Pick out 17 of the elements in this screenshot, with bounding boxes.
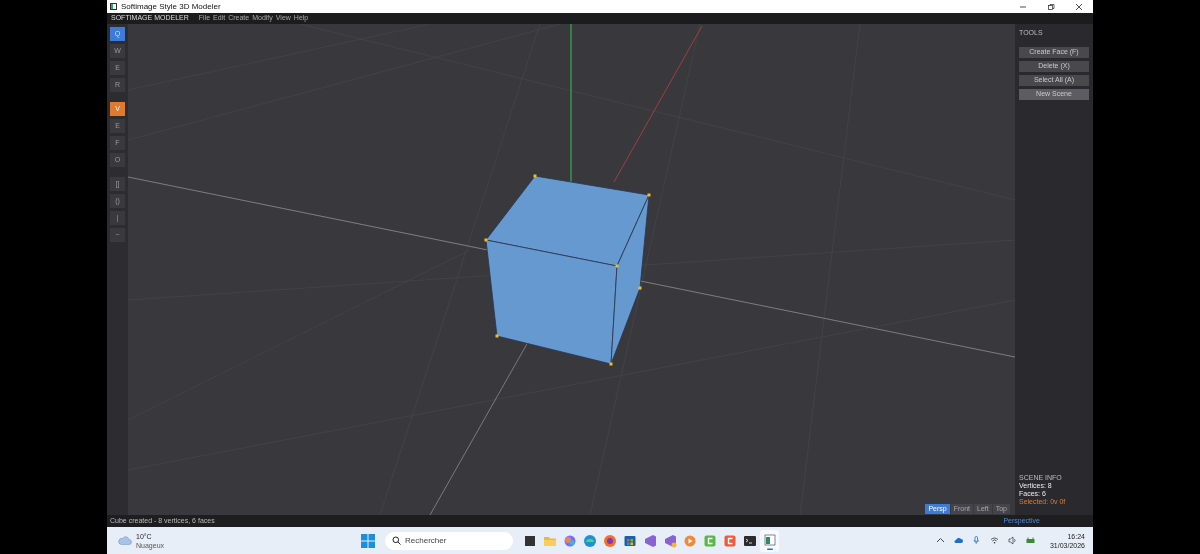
wifi-icon[interactable] [989,536,999,545]
close-icon[interactable] [1075,2,1083,11]
window-app-icon[interactable] [761,531,778,550]
maximize-icon[interactable] [1047,2,1055,11]
chevron-up-icon[interactable] [935,536,945,545]
search-icon [392,536,402,545]
app-icon [110,3,117,10]
windows-start-icon[interactable] [361,533,376,548]
microphone-icon[interactable] [971,536,981,545]
speaker-icon[interactable] [1007,536,1017,545]
cloud-icon[interactable] [953,536,963,545]
battery-icon[interactable] [1025,536,1035,545]
browser-icon[interactable] [601,532,618,549]
search-field[interactable]: Rechercher [385,531,514,550]
window-title: Softimage Style 3D Modeler [121,0,221,13]
browser-icon[interactable] [581,532,598,549]
cloud-icon [118,536,132,545]
